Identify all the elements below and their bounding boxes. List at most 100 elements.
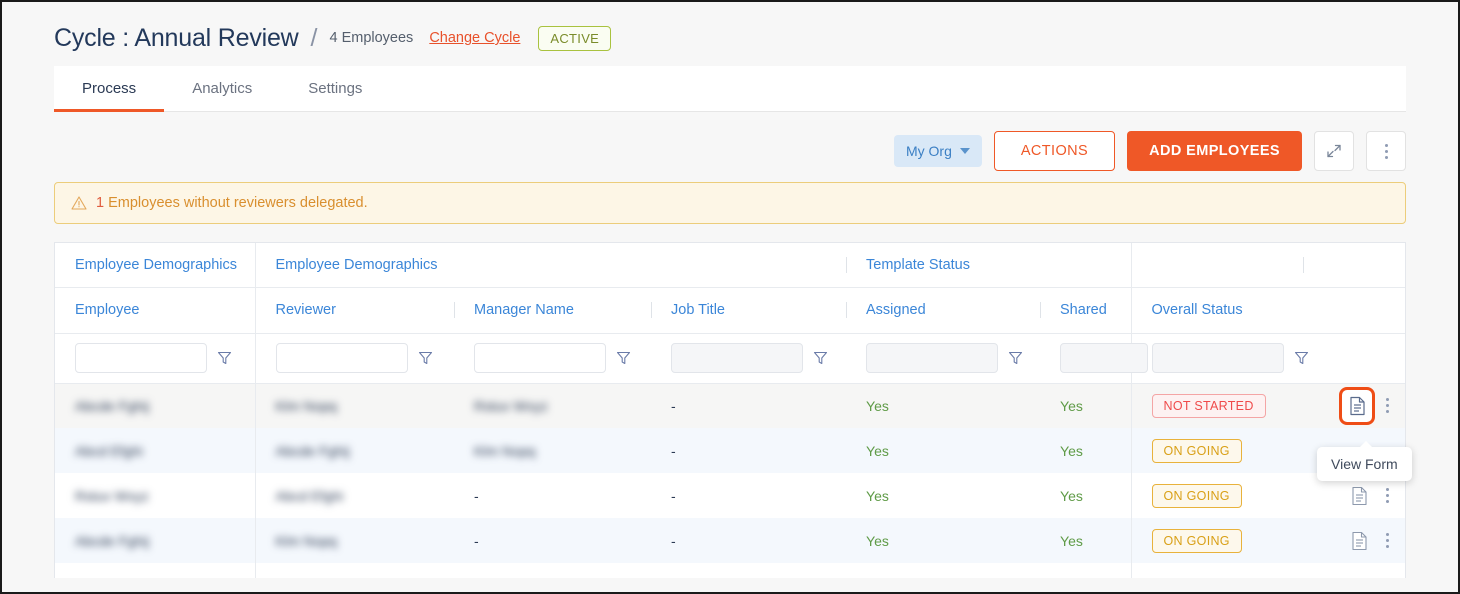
- tab-analytics[interactable]: Analytics: [164, 66, 280, 111]
- cell-manager-name: -: [474, 487, 479, 504]
- cell-manager-name: Rstuv Wxyz: [454, 383, 651, 428]
- funnel-filter-icon[interactable]: [1008, 350, 1023, 366]
- column-header-manager-name[interactable]: Manager Name: [454, 287, 651, 334]
- document-icon: [1351, 531, 1367, 550]
- funnel-filter-icon[interactable]: [813, 350, 828, 366]
- cell-overall-status: ON GOING: [1130, 473, 1304, 518]
- cell-empty: [1040, 563, 1131, 578]
- employee-count: 4 Employees: [329, 30, 414, 46]
- filter-cell-reviewer: [254, 333, 454, 384]
- tab-process[interactable]: Process: [54, 66, 165, 112]
- cell-assigned: Yes: [866, 532, 889, 549]
- row-menu-button[interactable]: [1386, 398, 1390, 414]
- filter-input-reviewer[interactable]: [275, 343, 408, 373]
- app-window: Cycle : Annual Review / 4 Employees Chan…: [0, 0, 1460, 594]
- tab-analytics-label: Analytics: [192, 80, 253, 97]
- column-header-shared[interactable]: Shared: [1040, 287, 1132, 334]
- manager-name: Rstuv Wxyz: [474, 397, 548, 414]
- filter-cell-job-title: [651, 333, 847, 384]
- cell-empty: [1303, 563, 1405, 578]
- tab-process-label: Process: [82, 80, 137, 97]
- status-badge: NOT STARTED: [1151, 393, 1266, 418]
- funnel-filter-icon[interactable]: [1294, 350, 1309, 366]
- view-form-tooltip: View Form: [1317, 441, 1412, 481]
- cell-row-actions: [1303, 518, 1405, 563]
- add-employees-button-label: ADD EMPLOYEES: [1149, 143, 1280, 159]
- column-header-reviewer[interactable]: Reviewer: [254, 287, 454, 334]
- change-cycle-link[interactable]: Change Cycle: [429, 30, 520, 46]
- chevron-down-icon: [959, 148, 970, 154]
- toolbar: My Org ACTIONS ADD EMPLOYEES: [2, 112, 1458, 174]
- funnel-filter-icon[interactable]: [616, 350, 631, 366]
- column-header-overall-status[interactable]: Overall Status: [1130, 287, 1405, 334]
- column-header-assigned[interactable]: Assigned: [846, 287, 1041, 334]
- funnel-filter-icon[interactable]: [418, 350, 433, 366]
- cell-reviewer: Klm Nopq: [254, 383, 454, 428]
- cell-shared: Yes: [1060, 442, 1083, 459]
- title-separator: /: [310, 23, 318, 52]
- column-header-job-title[interactable]: Job Title: [651, 287, 847, 334]
- filter-input-assigned[interactable]: [866, 343, 999, 373]
- filter-input-overall-status[interactable]: [1151, 343, 1284, 373]
- reviewer-name: Klm Nopq: [275, 397, 337, 414]
- cell-overall-status: ON GOING: [1130, 518, 1304, 563]
- column-header-employee[interactable]: Employee: [55, 287, 255, 334]
- table-column-header-row: Employee Reviewer Manager Name Job Title…: [55, 287, 1405, 334]
- cell-shared: Yes: [1060, 397, 1083, 414]
- view-form-tooltip-label: View Form: [1331, 456, 1398, 472]
- cell-assigned: Yes: [866, 397, 889, 414]
- reviewer-name: Abcd Efghi: [275, 487, 344, 504]
- cell-manager-name: -: [474, 532, 479, 549]
- cell-reviewer: Klm Nopq: [254, 518, 454, 563]
- cell-reviewer: Abcde Fghij: [254, 428, 454, 473]
- filter-cell-employee: [55, 333, 255, 384]
- cell-empty: [1130, 563, 1304, 578]
- table-row[interactable]: Abcde Fghij Klm Nopq Rstuv Wxyz - Yes Ye…: [55, 383, 1405, 428]
- view-form-button[interactable]: [1346, 481, 1372, 511]
- filter-input-job-title[interactable]: [671, 343, 803, 373]
- table-row[interactable]: Abcd Efghi Abcde Fghij Klm Nopq - Yes Ye…: [55, 428, 1405, 473]
- row-menu-button[interactable]: [1386, 533, 1390, 548]
- cell-assigned: Yes: [866, 487, 889, 504]
- table-row[interactable]: Rstuv Wxyz Abcd Efghi - - Yes Yes ON GOI…: [55, 473, 1405, 518]
- tab-settings[interactable]: Settings: [280, 66, 390, 111]
- cell-reviewer: Abcd Efghi: [254, 473, 454, 518]
- group-header-employee-demographics-1: Employee Demographics: [55, 243, 255, 288]
- cell-overall-status: NOT STARTED: [1130, 383, 1304, 428]
- table-row[interactable]: Abcde Fghij Klm Nopq - - Yes Yes ON GOIN…: [55, 518, 1405, 563]
- row-menu-button[interactable]: [1386, 488, 1390, 503]
- expand-button[interactable]: [1314, 131, 1354, 171]
- filter-cell-manager-name: [454, 333, 651, 384]
- filter-cell-shared: [1040, 333, 1149, 384]
- actions-button[interactable]: ACTIONS: [993, 131, 1116, 171]
- cell-employee: Abcde Fghij: [55, 518, 255, 563]
- filter-input-manager-name[interactable]: [474, 343, 606, 373]
- cell-empty: [846, 563, 1040, 578]
- add-employees-button[interactable]: ADD EMPLOYEES: [1127, 131, 1302, 171]
- cell-job-title: -: [671, 532, 676, 549]
- employee-name: Abcd Efghi: [75, 442, 143, 459]
- cell-overall-status: ON GOING: [1130, 428, 1304, 473]
- reviewer-name: Klm Nopq: [275, 532, 337, 549]
- toolbar-more-button[interactable]: [1366, 131, 1406, 171]
- filter-input-shared[interactable]: [1060, 343, 1149, 373]
- group-header-actions-blank: [1303, 243, 1405, 288]
- table-group-header-row: Employee Demographics Employee Demograph…: [55, 243, 1405, 288]
- org-selector[interactable]: My Org: [893, 135, 982, 167]
- employee-name: Abcde Fghij: [75, 397, 149, 414]
- cell-shared: Yes: [1060, 487, 1083, 504]
- alert-count: 1: [96, 195, 105, 211]
- filter-input-employee[interactable]: [75, 343, 207, 373]
- actions-button-label: ACTIONS: [1020, 143, 1089, 159]
- cell-employee: Rstuv Wxyz: [55, 473, 255, 518]
- view-form-button[interactable]: [1346, 526, 1372, 556]
- employee-name: Rstuv Wxyz: [75, 487, 149, 504]
- alert-message: 1 Employees without reviewers delegated.: [96, 195, 368, 211]
- view-form-button[interactable]: [1339, 386, 1376, 425]
- page-title: Cycle : Annual Review: [54, 23, 299, 52]
- status-badge: ON GOING: [1151, 438, 1242, 463]
- funnel-filter-icon[interactable]: [217, 350, 232, 366]
- manager-name: Klm Nopq: [474, 442, 536, 459]
- table-row-partial: [55, 563, 1405, 578]
- vertical-dots-icon: [1384, 143, 1388, 159]
